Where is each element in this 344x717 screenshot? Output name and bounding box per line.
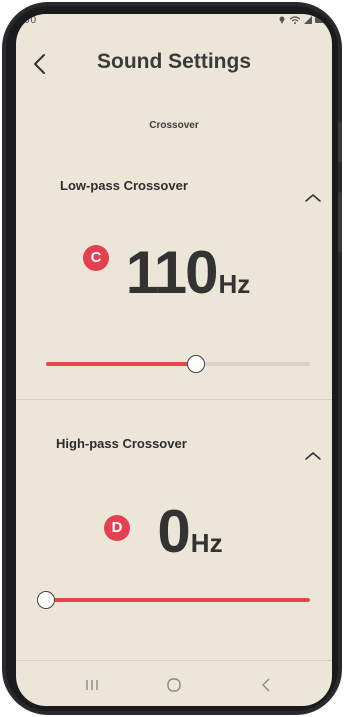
status-icons	[278, 15, 326, 28]
home-icon	[167, 678, 181, 692]
location-icon	[279, 16, 285, 24]
home-button[interactable]	[154, 674, 194, 696]
high-pass-value-display: 0Hz	[32, 497, 332, 566]
low-pass-slider[interactable]	[46, 355, 310, 373]
low-pass-collapse-button[interactable]	[302, 190, 324, 206]
high-pass-unit: Hz	[190, 528, 223, 558]
page-title: Sound Settings	[97, 50, 251, 73]
wifi-icon	[289, 16, 301, 24]
nav-back-button[interactable]	[246, 674, 286, 696]
low-pass-title: Low-pass Crossover	[60, 178, 188, 193]
signal-icon	[304, 16, 312, 24]
high-pass-slider-thumb[interactable]	[37, 591, 55, 609]
bottom-divider	[16, 660, 332, 661]
low-pass-unit: Hz	[218, 269, 251, 299]
system-nav-bar	[16, 664, 332, 706]
recents-button[interactable]	[72, 674, 112, 696]
battery-icon	[315, 17, 324, 23]
chevron-up-icon	[305, 452, 321, 460]
low-pass-value: 110	[125, 239, 219, 306]
high-pass-slider[interactable]	[37, 591, 310, 609]
low-pass-slider-fill	[46, 362, 196, 366]
power-button	[338, 192, 342, 252]
section-subtitle: Crossover	[149, 120, 199, 131]
app-screen: 00 Sound Settings Crossover Low-pass Cro…	[16, 14, 332, 706]
recents-icon	[86, 680, 98, 690]
low-pass-slider-thumb[interactable]	[187, 355, 205, 373]
high-pass-collapse-button[interactable]	[302, 448, 324, 464]
status-time: 00	[24, 15, 38, 26]
section-divider	[16, 399, 332, 400]
back-icon	[262, 678, 270, 692]
status-bar: 00	[16, 14, 332, 28]
high-pass-value: 0	[157, 498, 190, 565]
chevron-up-icon	[305, 194, 321, 202]
low-pass-value-display: 110Hz	[30, 238, 332, 307]
high-pass-title: High-pass Crossover	[56, 436, 187, 451]
volume-button	[338, 122, 342, 162]
